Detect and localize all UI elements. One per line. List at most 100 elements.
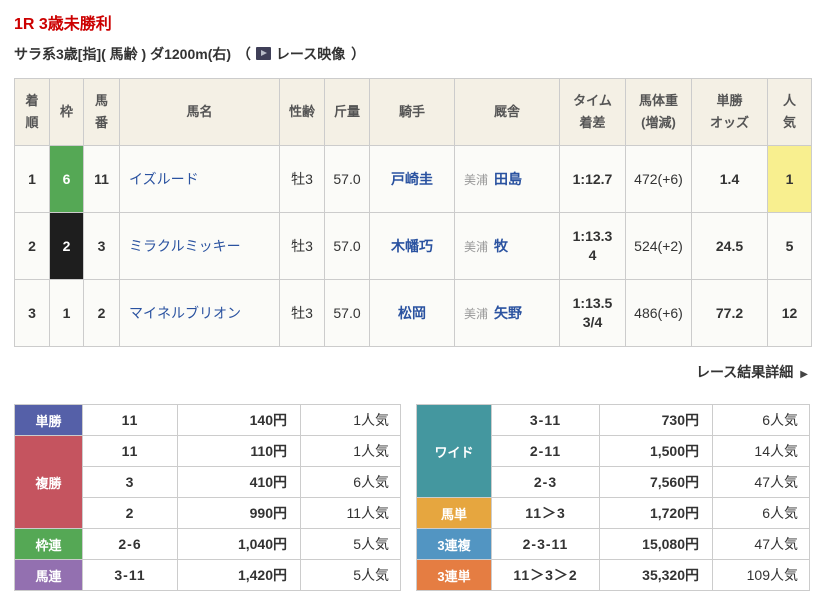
horse-name-link[interactable]: イズルード — [129, 171, 199, 187]
horse-weight: 524(+2) — [625, 212, 692, 280]
payout-combination: 11＞3 — [491, 497, 600, 529]
jockey-link[interactable]: 木幡巧 — [391, 238, 433, 254]
stable-region: 美浦 — [464, 173, 489, 187]
race-result-detail-link[interactable]: レース結果詳細 ▶ — [696, 364, 808, 380]
payout-amount: 140円 — [177, 404, 301, 436]
column-header: 性齢 — [279, 78, 325, 146]
column-header: 単勝 オッズ — [691, 78, 768, 146]
payout-row: 馬連 3-11 1,420円 5人気 — [14, 559, 401, 591]
column-header: 厩舎 — [454, 78, 560, 146]
race-conditions: サラ系3歳[指]( 馬齢 ) ダ1200m(右) （ レース映像 ） — [14, 44, 808, 64]
horse-number: 3 — [83, 212, 120, 280]
finish-position: 1 — [14, 145, 50, 213]
time-and-margin: 1:13.3 4 — [559, 212, 626, 280]
horse-name-link[interactable]: ミラクルミッキー — [129, 238, 241, 254]
horse-weight: 486(+6) — [625, 279, 692, 347]
payout-amount: 7,560円 — [599, 466, 713, 498]
sex-age: 牡3 — [279, 212, 325, 280]
payout-popularity: 47人気 — [712, 528, 810, 560]
jockey-link[interactable]: 戸崎圭 — [391, 171, 433, 187]
race-title: 1R 3歳未勝利 — [14, 16, 112, 33]
payout-row: 単勝 11 140円 1人気 — [14, 404, 401, 436]
horse-name-cell: イズルード — [119, 145, 280, 213]
horse-number: 11 — [83, 145, 120, 213]
result-row: 3 1 2 マイネルブリオン 牡3 57.0 松岡 美浦 矢野 1:13.5 3/4 486(+6) 7… — [14, 279, 812, 347]
result-row: 1 6 11 イズルード 牡3 57.0 戸崎圭 美浦 田島 1:12.7 472(+6) 1.4 1 — [14, 145, 812, 213]
payout-combination: 3-11 — [82, 559, 178, 591]
payout-popularity: 11人気 — [300, 497, 401, 529]
jockey-link[interactable]: 松岡 — [398, 305, 426, 321]
paren-close: ） — [351, 46, 366, 62]
jockey-cell: 松岡 — [369, 279, 455, 347]
payout-amount: 1,040円 — [177, 528, 301, 560]
payout-amount: 15,080円 — [599, 528, 713, 560]
payout-popularity: 109人気 — [712, 559, 810, 591]
payout-popularity: 6人気 — [300, 466, 401, 498]
stable-region: 美浦 — [464, 307, 489, 321]
arrow-right-icon: ▶ — [800, 369, 808, 380]
column-header: 馬体重 (増減) — [625, 78, 692, 146]
payout-combination: 2-6 — [82, 528, 178, 560]
payout-combination: 11 — [82, 404, 178, 436]
result-row: 2 2 3 ミラクルミッキー 牡3 57.0 木幡巧 美浦牧 1:13.3 4 524(+2) 24.… — [14, 212, 812, 280]
payout-row: ワイド 3-11 730円 6人気 — [416, 404, 810, 498]
detail-link-label: レース結果詳細 — [695, 364, 794, 380]
payout-combination: 3 — [82, 466, 178, 498]
horse-weight: 472(+6) — [625, 145, 692, 213]
sex-age: 牡3 — [279, 279, 325, 347]
horse-name-cell: ミラクルミッキー — [119, 212, 280, 280]
win-odds: 24.5 — [691, 212, 768, 280]
jockey-cell: 木幡巧 — [369, 212, 455, 280]
bet-type-label: 3連複 — [416, 528, 492, 560]
column-header: 着順 — [14, 78, 50, 146]
payout-combination: 3-11 — [491, 404, 600, 436]
payout-popularity: 5人気 — [300, 559, 401, 591]
payout-amount: 35,320円 — [599, 559, 713, 591]
column-header: 斤量 — [324, 78, 370, 146]
bet-type-label: 枠連 — [14, 528, 83, 560]
stable-cell: 美浦 田島 — [454, 145, 560, 213]
payout-combination: 11 — [82, 435, 178, 467]
results-body: 1 6 11 イズルード 牡3 57.0 戸崎圭 美浦 田島 1:12.7 472(+6) 1.4 1 2… — [14, 145, 812, 347]
horse-number: 2 — [83, 279, 120, 347]
bet-type-label: 複勝 — [14, 435, 83, 529]
play-icon — [260, 50, 267, 56]
payout-popularity: 6人気 — [712, 497, 810, 529]
payout-combination: 11＞3＞2 — [491, 559, 600, 591]
jockey-cell: 戸崎圭 — [369, 145, 455, 213]
payout-amount: 990円 — [177, 497, 301, 529]
column-header: 馬番 — [83, 78, 120, 146]
payout-combination: 2-3-11 — [491, 528, 600, 560]
trainer-link[interactable]: 田島 — [494, 171, 522, 187]
bet-type-label: 馬連 — [14, 559, 83, 591]
column-header: 枠 — [49, 78, 84, 146]
carried-weight: 57.0 — [324, 145, 370, 213]
horse-name-link[interactable]: マイネルブリオン — [129, 305, 241, 321]
finish-position: 3 — [14, 279, 50, 347]
horse-name-cell: マイネルブリオン — [119, 279, 280, 347]
payout-combination: 2-3 — [491, 466, 600, 498]
detail-link-row: レース結果詳細 ▶ — [14, 362, 808, 382]
finish-position: 2 — [14, 212, 50, 280]
payout-popularity: 6人気 — [712, 404, 810, 436]
stable-cell: 美浦牧 — [454, 212, 560, 280]
sex-age: 牡3 — [279, 145, 325, 213]
payout-amount: 1,420円 — [177, 559, 301, 591]
time-and-margin: 1:12.7 — [559, 145, 626, 213]
payout-section: 単勝 11 140円 1人気 複勝 11 110円 1人気 3 410円 6人気 2 990円 11人気枠… — [14, 404, 810, 591]
payout-left-body: 単勝 11 140円 1人気 複勝 11 110円 1人気 3 410円 6人気 2 990円 11人気枠… — [14, 404, 401, 591]
race-conditions-text: サラ系3歳[指]( 馬齢 ) ダ1200m(右) — [14, 46, 232, 62]
carried-weight: 57.0 — [324, 279, 370, 347]
popularity: 5 — [767, 212, 812, 280]
payout-row: 3連単 11＞3＞2 35,320円 109人気 — [416, 559, 810, 591]
race-video-link[interactable]: レース映像 — [276, 46, 345, 62]
results-header-row: 着順枠馬番馬名 性齢 斤量 騎手 厩舎 タイム 着差 馬体重 (増減) 単勝 オッズ人気 — [14, 78, 812, 146]
payout-popularity: 47人気 — [712, 466, 810, 498]
win-odds: 77.2 — [691, 279, 768, 347]
payout-combination: 2-11 — [491, 435, 600, 467]
trainer-link[interactable]: 牧 — [494, 238, 508, 254]
stable-cell: 美浦 矢野 — [454, 279, 560, 347]
bet-type-label: 単勝 — [14, 404, 83, 436]
video-icon — [255, 47, 271, 60]
trainer-link[interactable]: 矢野 — [494, 305, 522, 321]
